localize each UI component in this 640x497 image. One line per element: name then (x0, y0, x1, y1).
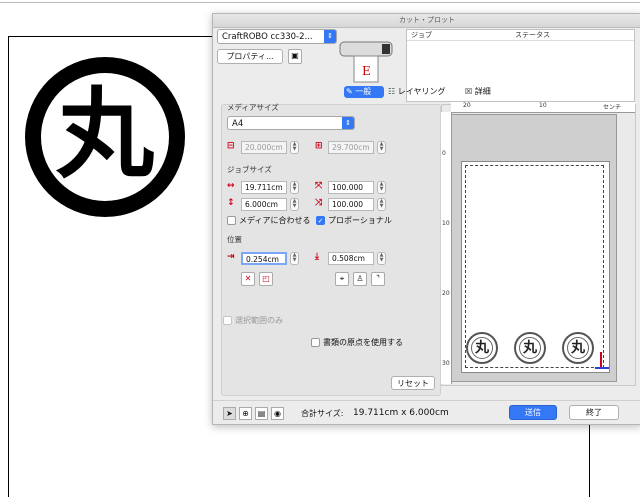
job-height-stepper[interactable]: ▲ ▼ (290, 198, 299, 211)
svg-text:E: E (362, 64, 371, 78)
column-status: ステータス (515, 31, 550, 39)
document-edge (0, 2, 640, 3)
media-size-section: メディアサイズ (227, 103, 279, 112)
page-tool-icon[interactable]: ▤ (255, 407, 268, 420)
ruler-tick: 20 (442, 290, 450, 297)
position-y-icon: ⤓ (315, 252, 319, 262)
plotter-settings-icon[interactable]: ▣ (288, 49, 302, 64)
maru-logo: 丸 (25, 57, 185, 217)
media-size-value: A4 (232, 119, 244, 129)
scale-y-stepper[interactable]: ▲ ▼ (377, 198, 386, 211)
fit-view-icon[interactable]: ◉ (271, 407, 284, 420)
zoom-tool-icon[interactable]: ⊕ (239, 407, 252, 420)
job-width-field[interactable]: 19.711cm (241, 181, 287, 194)
dialog-title: カット・プロット (213, 14, 640, 28)
job-preview-logo[interactable]: 丸 (466, 332, 498, 364)
figure-icon[interactable]: ♙ (353, 272, 367, 286)
tab-general-label: 一般 (355, 87, 372, 96)
fit-media-label: メディアに合わせる (239, 216, 311, 225)
position-x-field[interactable]: 0.254cm (241, 252, 287, 265)
corner-icon[interactable]: ⌝ (371, 272, 385, 286)
total-size-value: 19.711cm x 6.000cm (353, 408, 449, 418)
ruler-unit: センチ (603, 104, 622, 111)
job-width-icon: ↔ (227, 181, 235, 191)
pointer-tool-icon[interactable]: ➤ (223, 407, 236, 420)
position-y-stepper[interactable]: ▲ ▼ (377, 252, 386, 265)
scale-y-field[interactable]: 100.000 (328, 198, 374, 211)
job-preview-glyph: 丸 (471, 337, 493, 359)
detail-icon: ☒ (465, 87, 473, 96)
tab-detail[interactable]: ☒ 詳細 (465, 86, 505, 98)
fit-media-checkbox[interactable] (227, 216, 236, 225)
job-width-stepper[interactable]: ▲ ▼ (290, 181, 299, 194)
job-size-section: ジョブサイズ (227, 165, 272, 174)
media-height-field[interactable]: 29.700cm (328, 141, 374, 154)
tab-general[interactable]: ✎ 一般 (344, 86, 384, 98)
position-x-icon: ⇥ (227, 252, 235, 262)
properties-button[interactable]: プロパティ... (217, 49, 283, 64)
table-header-divider (407, 40, 634, 41)
device-select[interactable]: CraftROBO cc330-2... ⇕ (217, 29, 337, 44)
scale-x-icon: ⤧ (315, 181, 323, 191)
ruler-tick: 10 (442, 220, 450, 227)
ruler-tick: 30 (442, 360, 450, 367)
total-size-label: 合計サイズ: (301, 409, 344, 418)
scale-x-field[interactable]: 100.000 (328, 181, 374, 194)
media-width-stepper[interactable]: ▲ ▼ (290, 141, 299, 154)
send-button[interactable]: 送信 (509, 405, 557, 420)
tab-layering-label: レイヤリング (397, 87, 446, 96)
media-height-stepper[interactable]: ▲ ▼ (377, 141, 386, 154)
selection-only-checkbox[interactable] (223, 316, 232, 325)
media-width-field[interactable]: 20.000cm (241, 141, 287, 154)
tab-detail-label: 詳細 (474, 87, 491, 96)
logo-glyph: 丸 (55, 78, 154, 192)
registration-icon[interactable]: ⌖ (335, 272, 349, 286)
ruler-tick: 20 (463, 102, 471, 109)
close-button[interactable]: 終了 (569, 405, 619, 420)
ruler-tick: 10 (539, 102, 547, 109)
media-width-icon: ⊟ (227, 141, 235, 151)
layering-icon: ☷ (388, 87, 396, 96)
chevron-updown-icon: ⇕ (324, 30, 336, 43)
clear-position-icon[interactable]: ✕ (241, 272, 255, 286)
ruler-tick: 0 (442, 150, 446, 157)
media-height-icon: ⊞ (315, 141, 323, 151)
scale-y-icon: ⤨ (315, 198, 323, 208)
position-x-stepper[interactable]: ▲ ▼ (290, 252, 299, 265)
job-preview-logo[interactable]: 丸 (514, 332, 546, 364)
job-preview-glyph: 丸 (567, 337, 589, 359)
proportional-label: プロポーショナル (328, 216, 392, 225)
scale-x-stepper[interactable]: ▲ ▼ (377, 181, 386, 194)
dialog-footer: ➤ ⊕ ▤ ◉ 合計サイズ: 19.711cm x 6.000cm 送信 終了 (213, 400, 640, 425)
column-job: ジョブ (411, 31, 432, 39)
selection-only-label: 選択範囲のみ (235, 316, 283, 325)
plotter-icon: E (339, 41, 393, 83)
origin-arrow-icon (595, 352, 609, 369)
cut-plot-dialog: カット・プロット CraftROBO cc330-2... ⇕ プロパティ...… (212, 13, 640, 425)
job-height-field[interactable]: 6.000cm (241, 198, 287, 211)
tab-layering[interactable]: ☷ レイヤリング (388, 86, 458, 98)
general-icon: ✎ (346, 87, 353, 96)
position-section: 位置 (227, 235, 242, 244)
job-preview-logo[interactable]: 丸 (562, 332, 594, 364)
position-y-field[interactable]: 0.508cm (328, 252, 374, 265)
job-height-icon: ↕ (227, 198, 235, 208)
set-position-icon[interactable]: ◰ (259, 272, 273, 286)
use-origin-label: 書類の原点を使用する (323, 338, 403, 347)
ruler-top: 20 10 センチ (451, 102, 635, 113)
device-select-value: CraftROBO cc330-2... (222, 32, 313, 42)
media-size-select[interactable]: A4 ⇕ (227, 116, 355, 130)
job-preview-glyph: 丸 (519, 337, 541, 359)
use-origin-checkbox[interactable] (311, 338, 320, 347)
proportional-checkbox[interactable]: ✓ (316, 216, 325, 225)
reset-button[interactable]: リセット (391, 376, 435, 390)
chevron-updown-icon: ⇕ (342, 117, 354, 129)
